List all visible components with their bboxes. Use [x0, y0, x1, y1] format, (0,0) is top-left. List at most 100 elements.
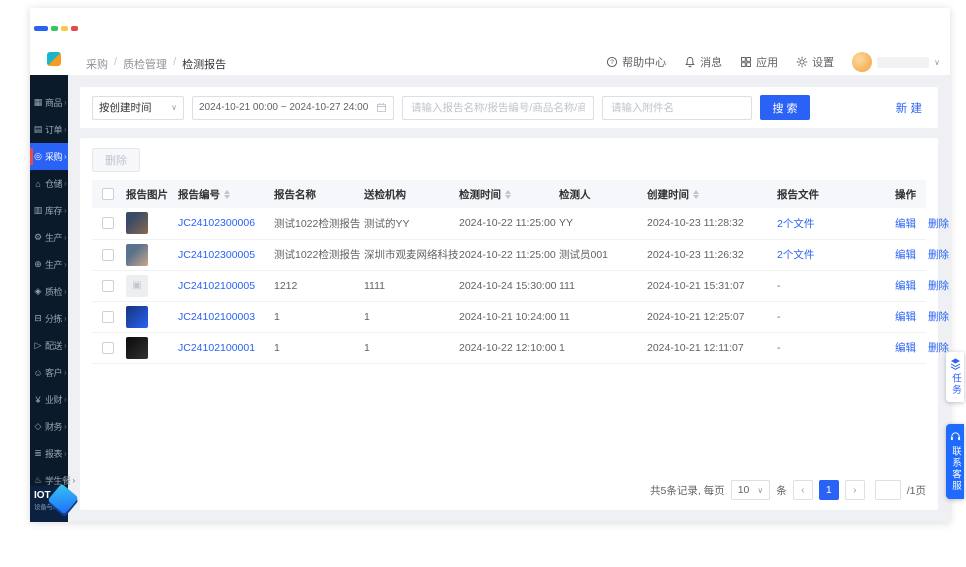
sidebar-item-13[interactable]: ≣ 报表 › [30, 440, 68, 467]
svg-text:?: ? [610, 59, 614, 66]
orders-icon: ▤ [33, 124, 43, 134]
date-range-picker[interactable]: 2024-10-21 00:00 ~ 2024-10-27 24:00 [192, 95, 394, 120]
breadcrumb-item[interactable]: 采购 [86, 56, 108, 72]
delete-button[interactable]: 删除 [928, 218, 949, 230]
column-header-code[interactable]: 报告编号 [170, 180, 266, 208]
help-center-button[interactable]: ? 帮助中心 [606, 54, 666, 70]
create-button[interactable]: 新 建 [892, 100, 926, 116]
sidebar-item-10[interactable]: ☺ 客户 › [30, 359, 68, 386]
row-checkbox[interactable] [102, 217, 114, 230]
edit-button[interactable]: 编辑 [895, 311, 916, 323]
row-checkbox[interactable] [102, 310, 114, 323]
report-code-link[interactable]: JC24102100005 [178, 280, 255, 292]
sidebar-item-7[interactable]: ◈ 质检 › [30, 278, 68, 305]
row-checkbox[interactable] [102, 341, 114, 354]
select-all-checkbox[interactable] [102, 188, 114, 201]
settings-button[interactable]: 设置 [796, 54, 834, 70]
support-label: 联系客服 [950, 446, 961, 492]
chevron-right-icon: › [64, 206, 67, 215]
report-code-link[interactable]: JC24102300005 [178, 249, 255, 261]
breadcrumb-item[interactable]: 质检管理 [123, 56, 167, 72]
test-time: 2024-10-24 15:30:00 [459, 279, 557, 292]
chevron-right-icon: › [64, 368, 67, 377]
sort-icon[interactable] [224, 190, 230, 200]
logo-dash-yellow [61, 26, 68, 31]
report-icon: ≣ [34, 448, 42, 458]
sidebar-item-label: 订单 [45, 125, 63, 135]
settings-label: 设置 [812, 57, 835, 69]
pagination: 共5条记录, 每页 10 ∨ 条 ‹ 1 › /1页 [650, 480, 926, 500]
column-header-ops: 操作 [887, 180, 926, 208]
sidebar-item-5[interactable]: ⚙ 生产 › [30, 224, 68, 251]
sort-icon[interactable] [693, 190, 699, 200]
sidebar-item-label: 质检 [45, 287, 63, 297]
apps-button[interactable]: 应用 [740, 54, 778, 70]
sidebar-item-3[interactable]: ⌂ 仓储 › [30, 170, 68, 197]
sidebar-item-label: 配送 [45, 341, 63, 351]
delete-button[interactable]: 删除 [928, 342, 949, 354]
delete-button[interactable]: 删除 [928, 311, 949, 323]
sidebar-item-9[interactable]: ▷ 配送 › [30, 332, 68, 359]
delete-button[interactable]: 删除 [928, 249, 949, 261]
created-time: 2024-10-21 15:31:07 [647, 279, 745, 292]
report-image-thumbnail[interactable] [126, 274, 148, 297]
sidebar-item-2[interactable]: ◎ 采购 › [30, 143, 68, 170]
user-menu[interactable]: ∨ [852, 52, 940, 72]
report-code-link[interactable]: JC24102100001 [178, 342, 255, 354]
search-button[interactable]: 搜 索 [760, 95, 810, 120]
report-code-link[interactable]: JC24102300006 [178, 217, 255, 229]
edit-button[interactable]: 编辑 [895, 342, 916, 354]
report-image-thumbnail[interactable] [126, 212, 148, 235]
report-image-thumbnail[interactable] [126, 336, 148, 359]
tasks-float-button[interactable]: 任务 [946, 352, 964, 402]
iot-footer[interactable]: IOT 设备与环境 [30, 483, 79, 522]
logo-dash-red [71, 26, 78, 31]
messages-button[interactable]: 消息 [684, 54, 722, 70]
sidebar-item-0[interactable]: ▦ 商品 › [30, 89, 68, 116]
contact-support-float-button[interactable]: 联系客服 [946, 424, 964, 499]
report-image-thumbnail[interactable] [126, 305, 148, 328]
layers-icon [950, 358, 960, 370]
apps-grid-icon [741, 57, 752, 67]
report-files[interactable]: 2个文件 [777, 249, 814, 261]
time-field-select[interactable]: 按创建时间 ∨ [92, 95, 184, 120]
edit-button[interactable]: 编辑 [895, 249, 916, 261]
page-jump-input[interactable] [874, 480, 901, 500]
page-1-button[interactable]: 1 [818, 480, 839, 500]
sidebar-item-4[interactable]: ▥ 库存 › [30, 197, 68, 224]
edit-button[interactable]: 编辑 [895, 218, 916, 230]
sidebar-item-6[interactable]: ⊕ 生产 › [30, 251, 68, 278]
sidebar-item-label: 分拣 [45, 314, 63, 324]
column-header-test_time[interactable]: 检测时间 [451, 180, 551, 208]
row-checkbox[interactable] [102, 279, 114, 292]
next-page-button[interactable]: › [844, 480, 865, 500]
messages-label: 消息 [700, 57, 723, 69]
chevron-right-icon: › [64, 341, 67, 350]
tester-name: 测试员001 [559, 249, 609, 261]
column-header-files: 报告文件 [769, 180, 887, 208]
bell-icon [685, 57, 695, 68]
chevron-down-icon: ∨ [171, 103, 177, 112]
delete-selected-button[interactable]: 删除 [92, 148, 140, 172]
report-files[interactable]: 2个文件 [777, 218, 814, 230]
edit-button[interactable]: 编辑 [895, 280, 916, 292]
delete-button[interactable]: 删除 [928, 280, 949, 292]
time-field-value: 按创建时间 [99, 102, 152, 114]
sidebar-item-1[interactable]: ▤ 订单 › [30, 116, 68, 143]
attachment-input[interactable] [602, 95, 752, 120]
column-header-created[interactable]: 创建时间 [639, 180, 769, 208]
sidebar-item-12[interactable]: ◇ 财务 › [30, 413, 68, 440]
sidebar-item-11[interactable]: ¥ 业财 › [30, 386, 68, 413]
report-image-thumbnail[interactable] [126, 243, 148, 266]
report-name: 1 [274, 310, 280, 323]
report-code-link[interactable]: JC24102100003 [178, 311, 255, 323]
sort-icon[interactable] [505, 190, 511, 200]
row-checkbox[interactable] [102, 248, 114, 261]
prev-page-button[interactable]: ‹ [792, 480, 813, 500]
breadcrumb-item: 检测报告 [182, 59, 227, 71]
test-time: 2024-10-22 11:25:00 [459, 217, 556, 230]
sidebar-item-label: 库存 [45, 206, 63, 216]
keyword-input[interactable] [402, 95, 594, 120]
page-size-select[interactable]: 10 ∨ [730, 480, 771, 500]
sidebar-item-8[interactable]: ⊟ 分拣 › [30, 305, 68, 332]
